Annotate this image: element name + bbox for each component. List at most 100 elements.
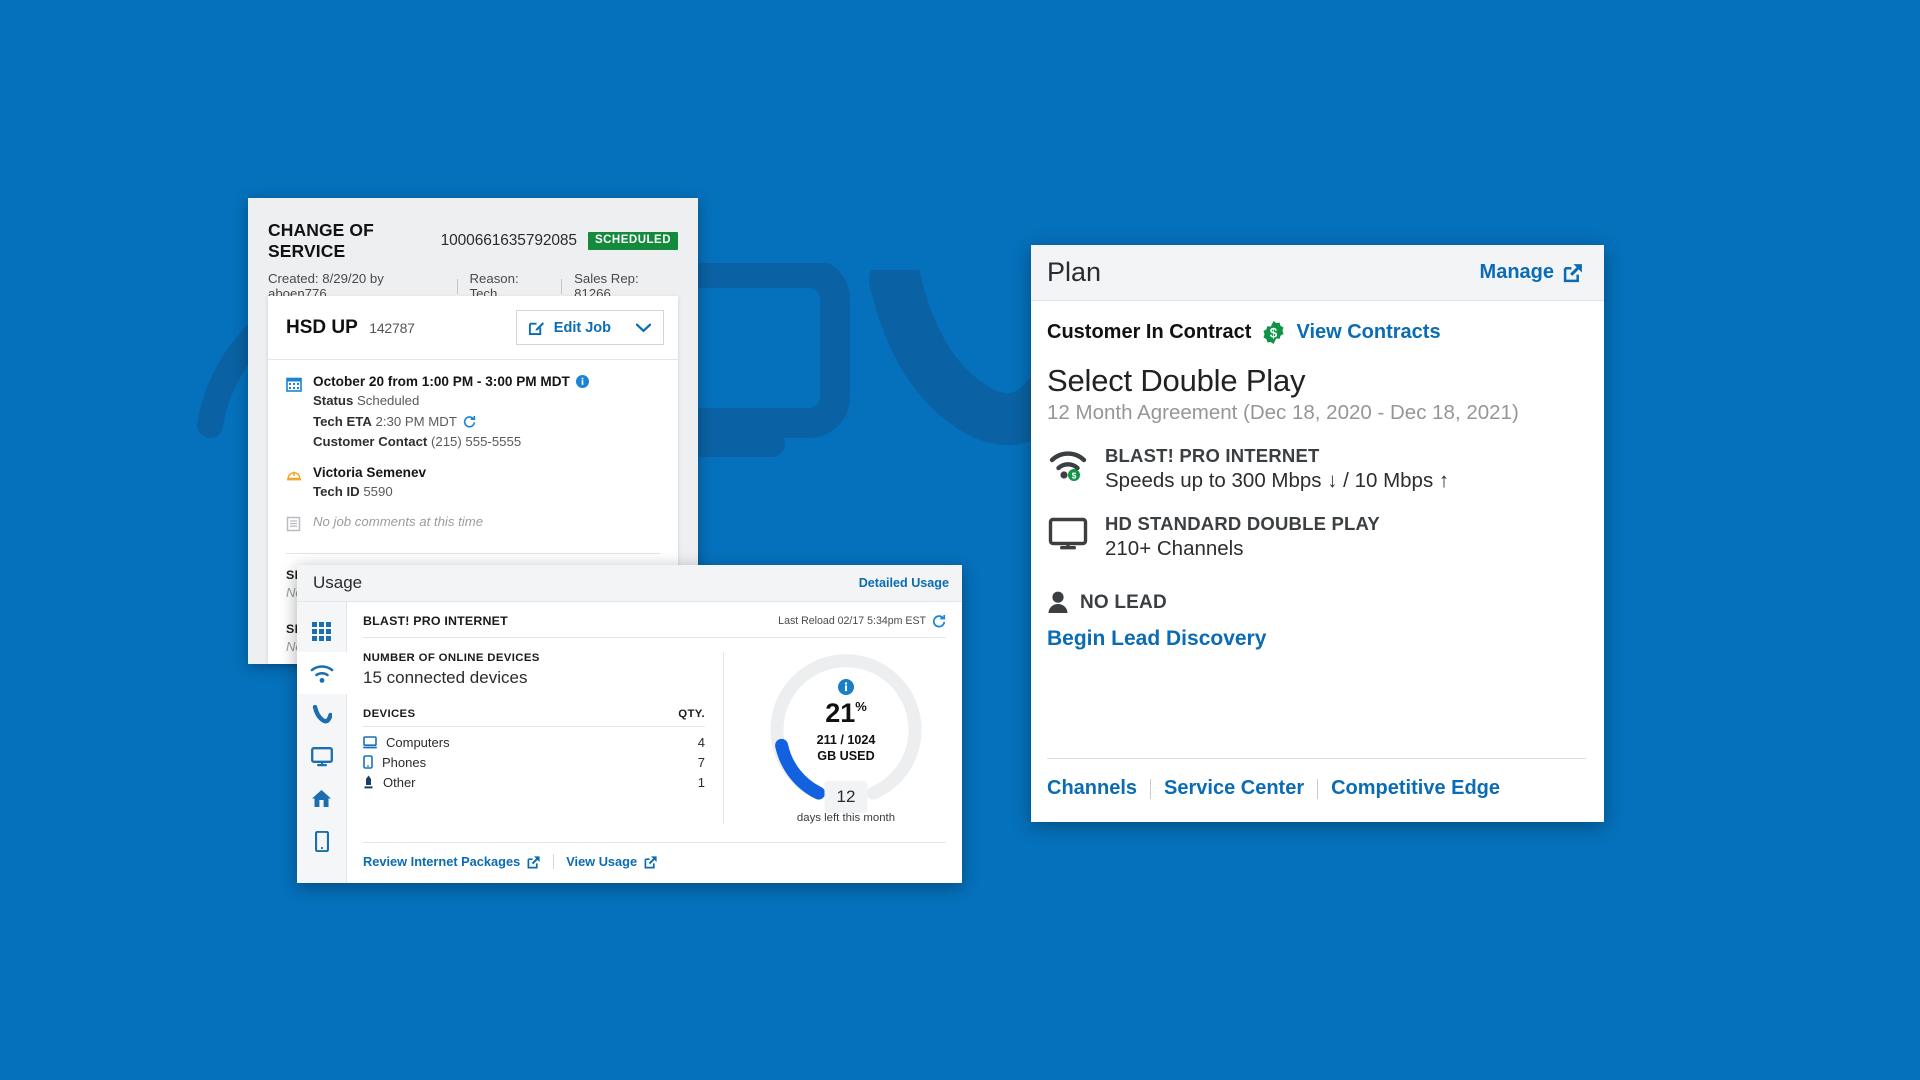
divider bbox=[561, 278, 563, 294]
device-qty: 7 bbox=[697, 754, 705, 770]
device-name: Computers bbox=[386, 734, 450, 750]
plan-item-detail: Speeds up to 300 Mbps ↓ / 10 Mbps ↑ bbox=[1105, 469, 1450, 492]
device-qty: 4 bbox=[697, 734, 705, 750]
plan-header: Plan Manage bbox=[1031, 245, 1604, 301]
plan-item-internet: $ BLAST! PRO INTERNET Speeds up to 300 M… bbox=[1047, 445, 1586, 493]
home-icon bbox=[312, 790, 331, 807]
status-value: Scheduled bbox=[356, 393, 420, 408]
col-qty: QTY. bbox=[678, 708, 705, 720]
usage-main: BLAST! PRO INTERNET Last Reload 02/17 5:… bbox=[297, 602, 962, 883]
sidebar-item-voice[interactable] bbox=[297, 694, 347, 736]
status-label: Status bbox=[313, 393, 354, 408]
edit-job-button[interactable]: Edit Job bbox=[515, 310, 664, 345]
sidebar-item-video[interactable] bbox=[297, 736, 347, 778]
col-devices: DEVICES bbox=[363, 708, 416, 720]
info-icon[interactable] bbox=[575, 375, 589, 388]
table-row: Phones 7 bbox=[363, 752, 705, 772]
appointment-details: October 20 from 1:00 PM - 3:00 PM MDT St… bbox=[313, 374, 589, 451]
usage-columns: NUMBER OF ONLINE DEVICES 15 connected de… bbox=[363, 652, 946, 824]
manage-link[interactable]: Manage bbox=[1480, 261, 1584, 284]
manage-label: Manage bbox=[1479, 261, 1554, 283]
calendar-icon bbox=[286, 374, 303, 451]
tech-id-label: Tech ID bbox=[313, 483, 360, 499]
job-name: HSD UP bbox=[286, 316, 358, 338]
document-icon bbox=[286, 514, 303, 537]
eta-value: 2:30 PM MDT bbox=[375, 413, 457, 429]
view-contracts-link[interactable]: View Contracts bbox=[1296, 321, 1440, 344]
usage-sidebar bbox=[297, 602, 347, 883]
info-icon[interactable] bbox=[838, 679, 854, 696]
page-title: CHANGE OF SERVICE bbox=[268, 220, 374, 261]
job-header: HSD UP 142787 Edit Job bbox=[268, 296, 678, 360]
percent-symbol: % bbox=[855, 699, 867, 715]
external-link-icon bbox=[644, 855, 657, 868]
refresh-icon[interactable] bbox=[463, 415, 476, 428]
usage-header: Usage Detailed Usage bbox=[297, 565, 962, 602]
appointment-headline-row: October 20 from 1:00 PM - 3:00 PM MDT bbox=[313, 374, 589, 389]
chevron-down-icon bbox=[636, 323, 651, 332]
tech-name: Victoria Semenev bbox=[313, 464, 427, 480]
edit-job-label: Edit Job bbox=[553, 319, 611, 336]
tech-id-value: 5590 bbox=[363, 483, 393, 499]
external-link-icon bbox=[1563, 264, 1582, 283]
link-label: View Usage bbox=[566, 854, 638, 869]
lead-status: NO LEAD bbox=[1080, 591, 1167, 613]
contact-line: Customer Contact (215) 555-5555 bbox=[313, 433, 589, 451]
usage-gauge-column: 21% 211 / 1024 GB USED 12 days left this… bbox=[723, 652, 946, 824]
appointment-row: October 20 from 1:00 PM - 3:00 PM MDT St… bbox=[286, 374, 660, 451]
contact-label: Customer Contact bbox=[313, 434, 428, 450]
device-name: Other bbox=[383, 774, 416, 790]
appointment-headline: October 20 from 1:00 PM - 3:00 PM MDT bbox=[313, 374, 570, 389]
service-center-link[interactable]: Service Center bbox=[1164, 777, 1304, 800]
plan-item-video: HD STANDARD DOUBLE PLAY 210+ Channels bbox=[1047, 513, 1586, 561]
technician-details: Victoria Semenev Tech ID 5590 bbox=[313, 465, 426, 501]
computer-icon bbox=[363, 735, 377, 748]
status-badge: SCHEDULED bbox=[587, 231, 678, 251]
plan-item-video-text: HD STANDARD DOUBLE PLAY 210+ Channels bbox=[1105, 513, 1380, 561]
contract-status: Customer In Contract bbox=[1047, 321, 1252, 343]
plan-item-detail: 210+ Channels bbox=[1105, 537, 1244, 560]
job-comments: No job comments at this time bbox=[313, 514, 484, 530]
svg-text:$: $ bbox=[1072, 470, 1077, 480]
usage-percent: 21 bbox=[825, 698, 856, 729]
contract-row: Customer In Contract $ View Contracts bbox=[1047, 320, 1586, 345]
begin-lead-discovery-link[interactable]: Begin Lead Discovery bbox=[1047, 627, 1586, 651]
view-usage-link[interactable]: View Usage bbox=[566, 854, 658, 869]
detailed-usage-link[interactable]: Detailed Usage bbox=[859, 576, 949, 590]
wifi-dollar-icon: $ bbox=[1047, 445, 1089, 493]
sidebar-item-apps[interactable] bbox=[297, 610, 347, 652]
refresh-icon[interactable] bbox=[932, 614, 946, 628]
link-label: Review Internet Packages bbox=[363, 854, 521, 869]
technician-row: Victoria Semenev Tech ID 5590 bbox=[286, 465, 660, 501]
data-usage-gauge: 21% 211 / 1024 GB USED 12 bbox=[766, 648, 926, 813]
usage-reload: Last Reload 02/17 5:34pm EST bbox=[778, 614, 946, 628]
table-row: Other 1 bbox=[363, 772, 705, 792]
status-line: Status Scheduled bbox=[313, 392, 589, 410]
usage-content: BLAST! PRO INTERNET Last Reload 02/17 5:… bbox=[347, 602, 962, 883]
wifi-icon bbox=[310, 664, 333, 683]
sidebar-item-internet[interactable] bbox=[297, 652, 347, 694]
channels-link[interactable]: Channels bbox=[1047, 777, 1137, 800]
online-devices-value: 15 connected devices bbox=[363, 668, 528, 687]
plan-title: Plan bbox=[1047, 257, 1102, 287]
days-left-label: days left this month bbox=[796, 812, 896, 824]
device-name: Phones bbox=[382, 754, 427, 770]
plan-item-internet-text: BLAST! PRO INTERNET Speeds up to 300 Mbp… bbox=[1105, 445, 1449, 493]
dollar-seal-icon: $ bbox=[1263, 321, 1284, 344]
sidebar-item-mobile[interactable] bbox=[297, 820, 347, 862]
divider bbox=[1317, 778, 1319, 799]
usage-amount-label: GB USED bbox=[817, 749, 875, 763]
divider bbox=[286, 553, 660, 555]
eta-label: Tech ETA bbox=[313, 413, 372, 429]
review-internet-packages-link[interactable]: Review Internet Packages bbox=[363, 854, 541, 869]
tv-icon bbox=[310, 747, 333, 767]
devices-table-header: DEVICES QTY. bbox=[363, 708, 705, 727]
competitive-edge-link[interactable]: Competitive Edge bbox=[1331, 777, 1500, 800]
svg-text:$: $ bbox=[1270, 326, 1278, 341]
plan-item-title: HD STANDARD DOUBLE PLAY bbox=[1105, 513, 1380, 534]
tv-icon bbox=[1047, 513, 1089, 561]
sidebar-item-home[interactable] bbox=[297, 778, 347, 820]
table-row: Computers 4 bbox=[363, 732, 705, 752]
edit-icon bbox=[528, 322, 544, 336]
hardhat-icon bbox=[286, 465, 303, 501]
